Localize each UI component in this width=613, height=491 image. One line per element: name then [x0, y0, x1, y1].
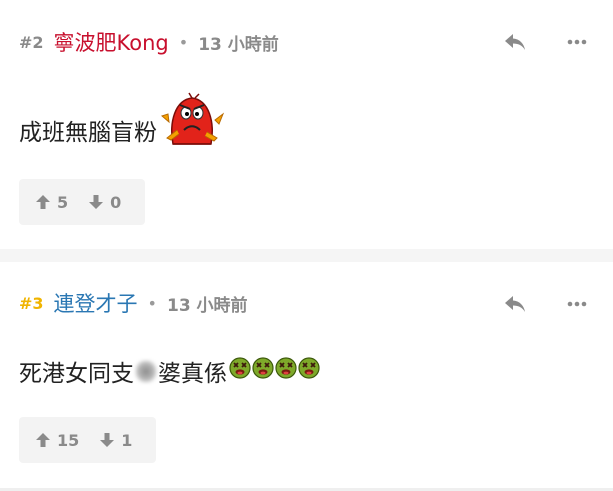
- downvote-button[interactable]: 1: [99, 431, 132, 450]
- separator-dot: •: [178, 32, 189, 52]
- more-dots-icon: [567, 301, 587, 307]
- sick-face-emoji-row: [228, 357, 320, 385]
- post-text: 成班無腦盲粉: [19, 120, 157, 146]
- reply-button[interactable]: [503, 32, 527, 52]
- username-link[interactable]: 連登才子: [54, 288, 138, 318]
- thumb-down-arrow-icon: [89, 195, 104, 209]
- username-link[interactable]: 寧波肥Kong: [54, 27, 169, 57]
- reply-arrow-icon: [505, 296, 525, 312]
- sick-face-icon: [229, 357, 251, 385]
- reply-button[interactable]: [503, 294, 527, 314]
- vote-bar: 5 0: [19, 179, 145, 225]
- upvote-count: 15: [57, 430, 80, 450]
- thumb-up-arrow-icon: [36, 195, 50, 209]
- more-dots-icon: [567, 39, 587, 45]
- downvote-count: 1: [121, 430, 133, 450]
- reply-arrow-icon: [505, 34, 525, 50]
- post-number: #3: [19, 293, 44, 313]
- post-text-part-2: 婆真係: [158, 361, 227, 387]
- post-number: #2: [19, 32, 44, 52]
- reply-post-2: #2 寧波肥Kong • 13 小時前 成班無腦盲粉 5 0: [0, 0, 613, 249]
- post-text-part-1: 死港女同支: [19, 361, 134, 387]
- censored-character: [135, 359, 157, 383]
- downvote-button[interactable]: 0: [88, 193, 121, 212]
- post-content: 死港女同支 婆真係: [19, 354, 320, 388]
- post-timestamp: 13 小時前: [166, 295, 248, 316]
- thumb-down-arrow-icon: [100, 433, 115, 447]
- post-header: #3 連登才子 • 13 小時前: [19, 290, 248, 316]
- more-options-button[interactable]: [567, 39, 587, 45]
- thumb-up-arrow-icon: [36, 433, 50, 447]
- sick-face-icon: [275, 357, 297, 385]
- vote-bar: 15 1: [19, 417, 156, 463]
- separator-dot: •: [147, 293, 157, 313]
- post-header: #2 寧波肥Kong • 13 小時前: [19, 29, 279, 55]
- upvote-button[interactable]: 15: [35, 431, 79, 450]
- post-actions: [503, 32, 587, 52]
- post-timestamp: 13 小時前: [198, 34, 279, 55]
- upvote-count: 5: [57, 192, 69, 212]
- post-actions: [503, 294, 587, 314]
- reply-post-3: #3 連登才子 • 13 小時前 死港女同支 婆真係 15 1: [0, 262, 613, 488]
- downvote-count: 0: [110, 192, 122, 212]
- more-options-button[interactable]: [567, 301, 587, 307]
- upvote-button[interactable]: 5: [35, 193, 68, 212]
- sick-face-icon: [298, 357, 320, 385]
- post-content: 成班無腦盲粉: [19, 92, 225, 154]
- sick-face-icon: [252, 357, 274, 385]
- angry-red-monster-icon: [159, 92, 225, 154]
